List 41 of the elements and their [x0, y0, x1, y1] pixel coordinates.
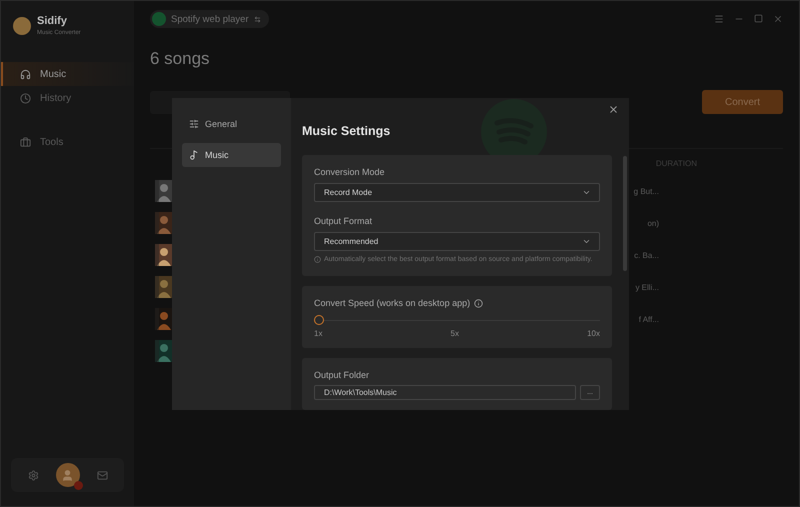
- speed-slider[interactable]: [314, 315, 600, 325]
- track-title: g But...: [634, 186, 659, 196]
- dialog-title: Music Settings: [302, 124, 392, 138]
- chevron-down-icon: [582, 237, 591, 246]
- dialog-nav-item[interactable]: Music: [182, 143, 281, 167]
- tick-label: 1x: [314, 329, 322, 338]
- info-icon: [314, 256, 321, 263]
- track-title: y Elli...: [635, 282, 659, 292]
- music-note-icon: [189, 150, 199, 160]
- avatar[interactable]: [56, 463, 80, 487]
- folder-field[interactable]: D:\Work\Tools\Music: [314, 385, 576, 400]
- headphones-icon: [20, 68, 31, 80]
- field-label: Convert Speed (works on desktop app): [314, 298, 470, 308]
- briefcase-icon: [20, 136, 31, 148]
- clock-icon: [20, 92, 31, 104]
- app-name: Sidify: [37, 15, 68, 27]
- track-title: c. Ba...: [634, 250, 659, 260]
- tick-label: 5x: [450, 329, 459, 338]
- tick-label: 10x: [587, 329, 600, 338]
- source-selector[interactable]: Spotify web player: [150, 10, 269, 28]
- slider-thumb[interactable]: [314, 315, 324, 325]
- logo-icon: [13, 16, 31, 34]
- field-label: Conversion Mode: [314, 167, 386, 177]
- track-title: f Aff...: [638, 314, 659, 324]
- maximize-icon[interactable]: [754, 14, 763, 23]
- conversion-mode-select[interactable]: Record Mode: [314, 183, 600, 202]
- close-icon[interactable]: [608, 104, 619, 115]
- close-icon[interactable]: [773, 14, 783, 24]
- swap-icon: [254, 16, 261, 22]
- mail-icon[interactable]: [96, 470, 108, 480]
- field-label: Output Folder: [314, 370, 370, 380]
- settings-icon[interactable]: [28, 470, 38, 480]
- track-title: on): [647, 218, 659, 228]
- dialog-nav-item[interactable]: General: [182, 112, 281, 136]
- info-icon: [474, 298, 484, 308]
- output-format-select[interactable]: Recommended: [314, 232, 600, 251]
- page-title: 6 songs: [150, 49, 211, 69]
- chevron-down-icon: [582, 188, 591, 197]
- field-label: Output Format: [314, 216, 372, 226]
- sliders-icon: [189, 119, 199, 129]
- menu-icon[interactable]: [714, 14, 724, 24]
